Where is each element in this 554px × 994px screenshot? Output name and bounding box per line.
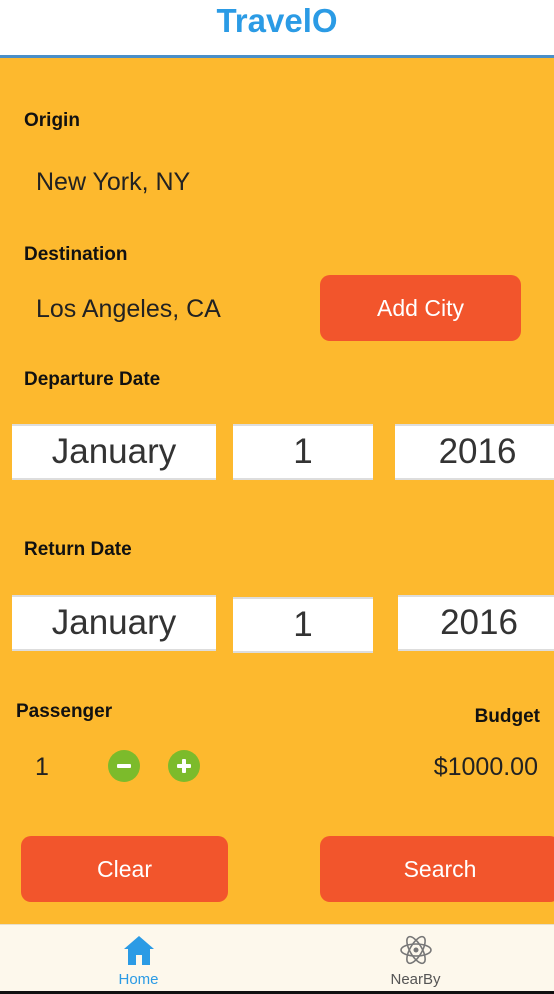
plus-icon [177, 759, 191, 773]
passenger-label: Passenger [16, 701, 113, 722]
tab-nearby-label: NearBy [390, 971, 441, 988]
atom-icon [399, 935, 432, 965]
departure-year-picker[interactable]: 2016 [395, 424, 554, 480]
tab-home-label: Home [118, 971, 159, 988]
clear-button[interactable]: Clear [21, 836, 228, 902]
budget-label: Budget [474, 706, 540, 727]
decrement-passenger-button[interactable] [108, 750, 140, 782]
origin-field[interactable]: New York, NY [36, 168, 190, 197]
departure-date-label: Departure Date [24, 369, 161, 390]
tab-home[interactable]: Home [0, 925, 277, 994]
increment-passenger-button[interactable] [168, 750, 200, 782]
add-city-button[interactable]: Add City [320, 275, 521, 341]
home-icon [123, 936, 154, 965]
departure-day-picker[interactable]: 1 [233, 424, 373, 480]
app-title: TravelO [216, 2, 338, 39]
tab-bar: Home NearBy [0, 924, 554, 994]
return-date-label: Return Date [24, 539, 132, 560]
destination-field[interactable]: Los Angeles, CA [36, 295, 221, 324]
departure-month-picker[interactable]: January [12, 424, 216, 480]
minus-icon [117, 764, 131, 768]
origin-label: Origin [24, 110, 80, 131]
passenger-count: 1 [35, 753, 49, 781]
app-header: TravelO [0, 0, 554, 58]
budget-value[interactable]: $1000.00 [434, 753, 538, 782]
search-form: Origin New York, NY Destination Los Ange… [0, 58, 554, 924]
return-year-picker[interactable]: 2016 [398, 595, 554, 651]
search-button[interactable]: Search [320, 836, 554, 902]
tab-nearby[interactable]: NearBy [277, 925, 554, 994]
return-month-picker[interactable]: January [12, 595, 216, 651]
return-day-picker[interactable]: 1 [233, 597, 373, 653]
destination-label: Destination [24, 244, 128, 265]
